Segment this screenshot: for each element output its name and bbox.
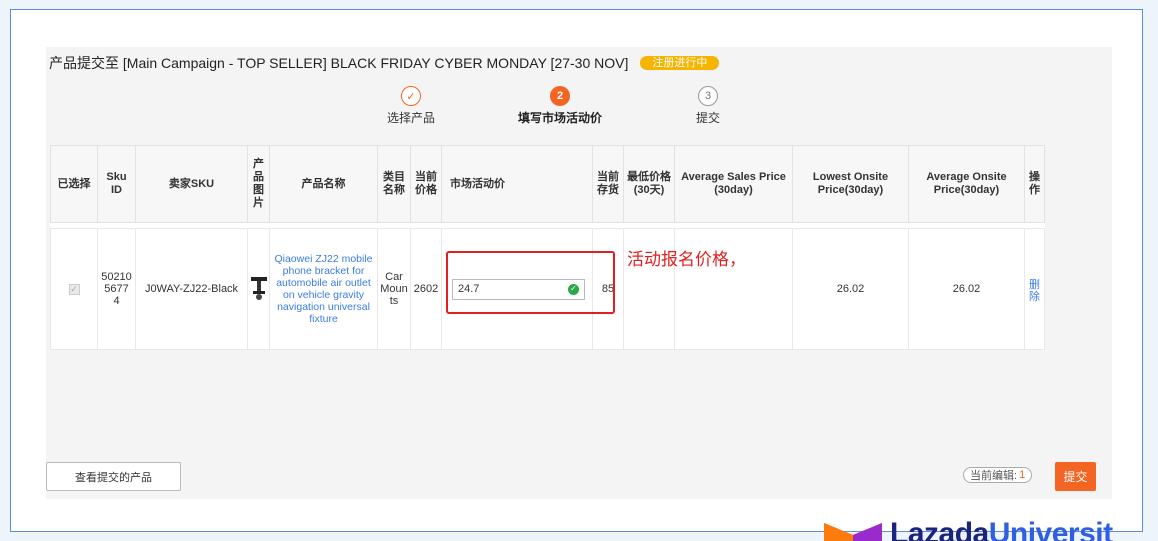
product-image[interactable]: [250, 273, 268, 303]
step-submit[interactable]: 3 提交: [658, 86, 758, 126]
cell-image: [247, 228, 270, 350]
step-number: 3: [698, 86, 718, 106]
col-header-image: 产品图片: [247, 145, 270, 223]
col-header-avg-onsite: Average Onsite Price(30day): [908, 145, 1025, 223]
col-header-category: 类目名称: [377, 145, 411, 223]
progress-steps: ✓ 选择产品 2 填写市场活动价 3 提交: [0, 86, 1158, 126]
step-label: 提交: [695, 111, 720, 125]
step-fill-price[interactable]: 2 填写市场活动价: [510, 86, 610, 126]
cell-product-name[interactable]: Qiaowei ZJ22 mobile phone bracket for au…: [269, 228, 378, 350]
editing-label: 当前编辑:: [970, 470, 1018, 482]
status-badge: 注册进行中: [640, 56, 720, 70]
view-submitted-button[interactable]: 查看提交的产品: [46, 462, 181, 491]
logo-text: LazadaUniversit: [890, 517, 1113, 541]
product-table: 已选择 Sku ID 卖家SKU 产品图片 产品名称 类目名称 当前价格 市场活…: [50, 145, 1045, 350]
cell-sku-id: 502105677 4: [97, 228, 136, 350]
check-icon: ✓: [401, 86, 421, 106]
col-header-selected: 已选择: [50, 145, 98, 223]
step-label: 选择产品: [386, 111, 435, 125]
lazada-university-logo: LazadaUniversit: [822, 517, 1113, 541]
col-header-lowest-price: 最低价格(30天): [623, 145, 675, 223]
step-select-products[interactable]: ✓ 选择产品: [361, 86, 461, 126]
col-header-lowest-onsite: Lowest Onsite Price(30day): [792, 145, 909, 223]
col-header-avg-sales-price: Average Sales Price (30day): [674, 145, 793, 223]
col-header-ops: 操作: [1024, 145, 1045, 223]
submit-button[interactable]: 提交: [1055, 462, 1096, 491]
col-header-current-stock: 当前存货: [592, 145, 624, 223]
col-header-name: 产品名称: [269, 145, 378, 223]
annotation-text: 活动报名价格，: [627, 250, 746, 269]
delete-link[interactable]: 删除: [1029, 279, 1040, 303]
highlight-box: [446, 251, 615, 314]
step-label: 填写市场活动价: [517, 111, 602, 125]
editing-count-badge: 当前编辑: 1: [963, 467, 1033, 483]
step-number: 2: [550, 86, 570, 106]
cell-category: Car Mounts: [377, 228, 411, 350]
col-header-seller-sku: 卖家SKU: [135, 145, 248, 223]
page-title-text: 产品提交至 [Main Campaign - TOP SELLER] BLACK…: [49, 55, 629, 71]
col-header-sku-id: Sku ID: [97, 145, 136, 223]
cell-avg-onsite: 26.02: [908, 228, 1025, 350]
cell-current-price: 2602: [410, 228, 442, 350]
row-checkbox[interactable]: ✓: [68, 283, 80, 295]
lazada-heart-icon: [824, 523, 882, 541]
cell-lowest-onsite: 26.02: [792, 228, 909, 350]
col-header-current-price: 当前价格: [410, 145, 442, 223]
col-header-campaign-price: 市场活动价: [441, 145, 593, 223]
editing-count: 1: [1019, 469, 1026, 481]
page-title: 产品提交至 [Main Campaign - TOP SELLER] BLACK…: [49, 53, 720, 73]
cell-seller-sku: J0WAY-ZJ22-Black: [135, 228, 248, 350]
